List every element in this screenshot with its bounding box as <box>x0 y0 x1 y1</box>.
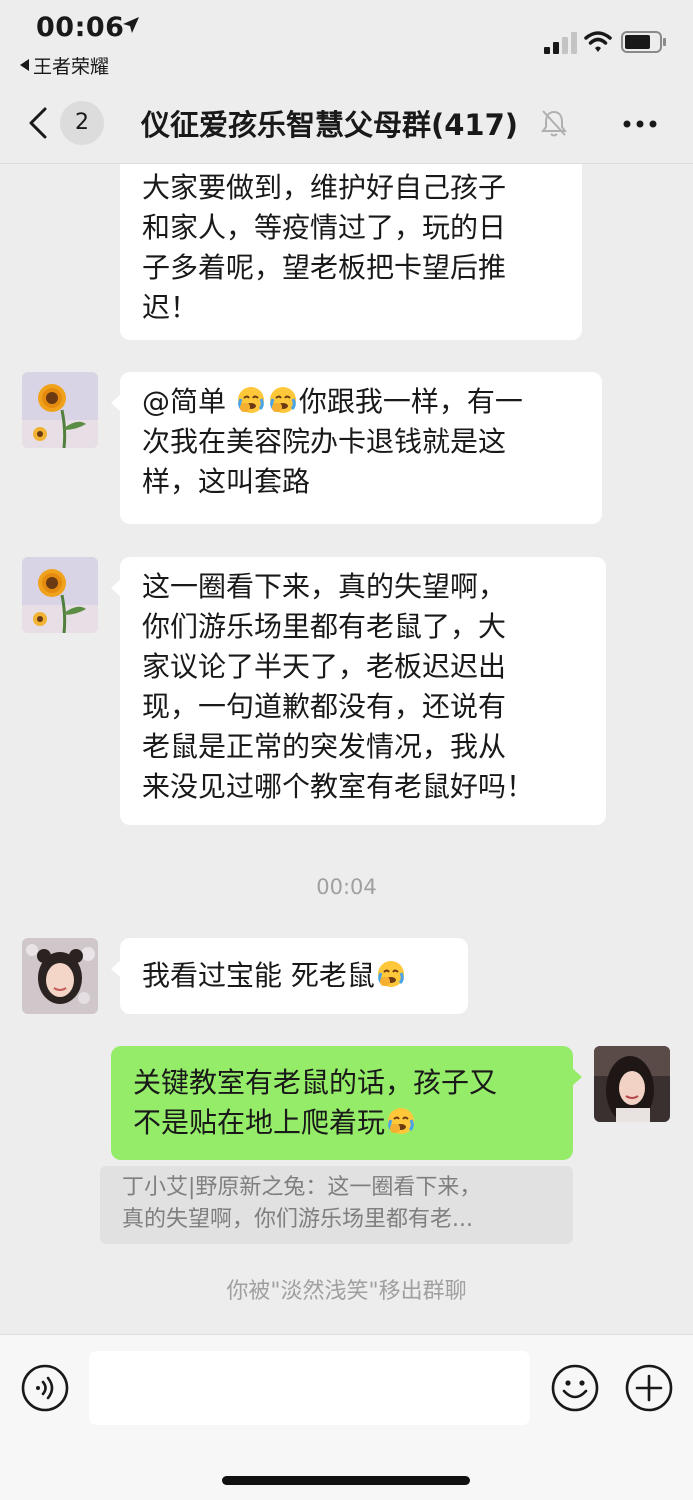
message-bubble[interactable]: 这一圈看下来，真的失望啊， 你们游乐场里都有老鼠了，大 家议论了半天了，老板迟迟… <box>111 557 606 825</box>
more-icon[interactable] <box>620 110 660 138</box>
self-avatar-image <box>594 1046 670 1122</box>
bubble-tail <box>111 579 121 597</box>
facepalm-cry-emoji <box>377 961 404 987</box>
sunflower-avatar[interactable] <box>22 557 98 633</box>
back-arrow-icon <box>20 59 29 71</box>
quote-line: 丁小艾|野原新之兔：这一圈看下来， <box>122 1175 482 1200</box>
message-bubble[interactable]: @简单 你跟我一样，有一 次我在美容院办卡退钱就是这 样，这叫套路 <box>111 372 602 524</box>
system-message: 你被"淡然浅笑"移出群聊 <box>226 1279 467 1304</box>
message-bubble[interactable]: 我看过宝能 死老鼠 <box>111 938 468 1014</box>
sunflower-avatar-image <box>22 557 98 633</box>
unread-count-badge[interactable]: 2 <box>60 101 104 145</box>
message-text: 你跟我一样，有一 <box>298 385 523 418</box>
facepalm-cry-emoji <box>388 1108 415 1134</box>
facepalm-cry-emoji <box>237 387 264 413</box>
quoted-message[interactable]: 丁小艾|野原新之兔：这一圈看下来， 真的失望啊，你们游乐场里都有老... <box>100 1166 573 1244</box>
home-indicator[interactable] <box>222 1476 470 1485</box>
message-line: 老鼠是正常的突发情况，我从 <box>142 730 507 763</box>
mention-text: @简单 <box>142 385 235 418</box>
self-avatar[interactable] <box>594 1046 670 1122</box>
status-time: 00:06 <box>36 12 125 43</box>
chat-header: 2 仪征爱孩乐智慧父母群(417) <box>0 82 693 164</box>
wifi-icon <box>584 31 612 52</box>
girl-avatar-image <box>22 938 98 1014</box>
message-line: 迟！ <box>142 291 199 324</box>
message-line: 样，这叫套路 <box>142 465 311 498</box>
quote-line: 真的失望啊，你们游乐场里都有老... <box>122 1207 473 1232</box>
chevron-left-icon[interactable] <box>26 106 50 140</box>
status-bar: 00:06 王者荣耀 <box>0 0 693 82</box>
bubble-tail <box>111 960 121 978</box>
chat-title: 仪征爱孩乐智慧父母群(417) <box>141 108 519 142</box>
message-line: 这一圈看下来，真的失望啊， <box>142 570 507 603</box>
message-line: 现，一句道歉都没有，还说有 <box>142 690 507 723</box>
message-bubble[interactable]: 大家要做到，维护好自己孩子 和家人，等疫情过了，玩的日 子多着呢，望老板把卡望后… <box>120 164 582 340</box>
message-line: 大家要做到，维护好自己孩子 <box>142 171 507 204</box>
message-text: 我看过宝能 死老鼠 <box>142 959 375 992</box>
signal-icon <box>544 32 577 54</box>
emoji-icon[interactable] <box>550 1363 600 1413</box>
bubble-tail <box>572 1068 582 1086</box>
battery-icon <box>621 31 666 53</box>
girl-avatar[interactable] <box>22 938 98 1014</box>
message-line: 和家人，等疫情过了，玩的日 <box>142 211 507 244</box>
message-text: 不是贴在地上爬着玩 <box>133 1106 386 1139</box>
message-line: 我看过宝能 死老鼠 <box>142 956 446 996</box>
message-line: 来没见过哪个教室有老鼠好吗！ <box>142 770 535 803</box>
plus-icon[interactable] <box>624 1363 674 1413</box>
bubble-tail <box>111 394 121 412</box>
message-line: 子多着呢，望老板把卡望后推 <box>142 251 507 284</box>
chat-timestamp: 00:04 <box>316 875 377 899</box>
sunflower-avatar-image <box>22 372 98 448</box>
voice-icon[interactable] <box>20 1363 70 1413</box>
mute-bell-icon <box>541 110 567 137</box>
message-bubble-self[interactable]: 关键教室有老鼠的话，孩子又 不是贴在地上爬着玩 <box>111 1046 582 1160</box>
back-app-name: 王者荣耀 <box>33 56 110 78</box>
message-line: 家议论了半天了，老板迟迟出 <box>142 650 507 683</box>
message-line: 你们游乐场里都有老鼠了，大 <box>142 610 507 643</box>
back-to-app-link[interactable]: 王者荣耀 <box>20 52 109 79</box>
sunflower-avatar[interactable] <box>22 372 98 448</box>
facepalm-cry-emoji <box>269 387 296 413</box>
message-line: 不是贴在地上爬着玩 <box>133 1103 551 1143</box>
message-line: 次我在美容院办卡退钱就是这 <box>142 425 507 458</box>
message-line: 关键教室有老鼠的话，孩子又 <box>133 1066 498 1099</box>
message-line: @简单 你跟我一样，有一 <box>142 382 580 422</box>
location-arrow-icon <box>123 17 139 33</box>
message-input[interactable] <box>89 1351 530 1425</box>
